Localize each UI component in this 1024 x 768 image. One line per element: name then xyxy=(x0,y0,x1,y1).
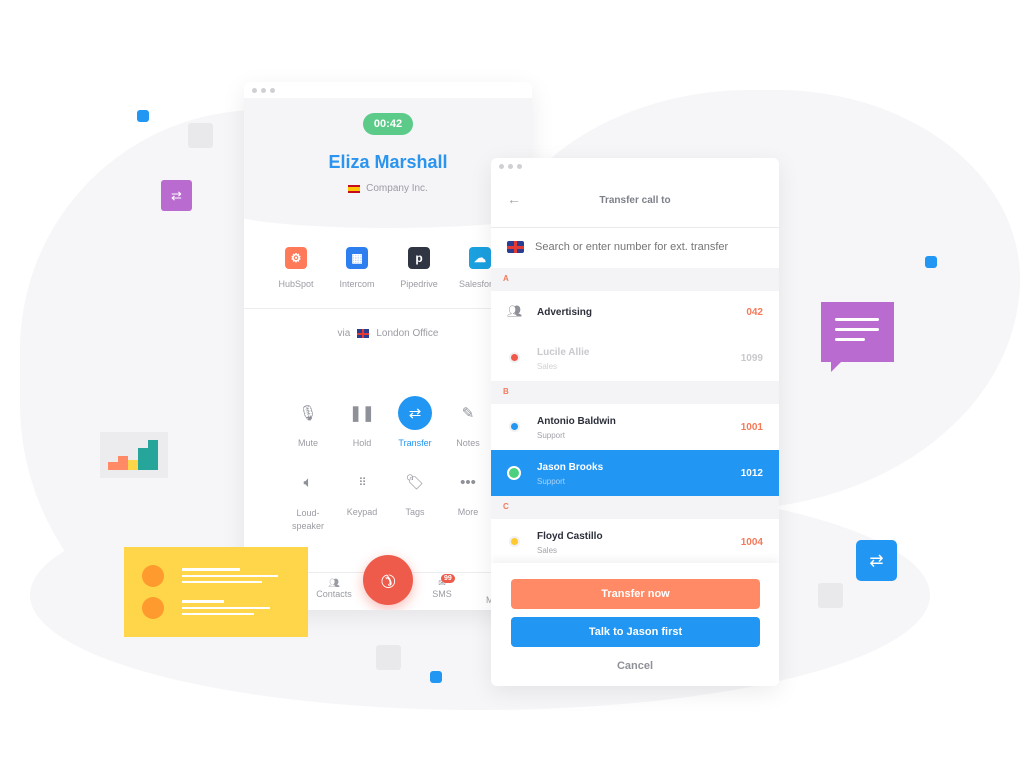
pipedrive-icon[interactable]: p xyxy=(408,247,430,269)
spain-flag-icon xyxy=(348,184,361,193)
uk-flag-icon xyxy=(357,329,370,338)
panel-title: Transfer call to xyxy=(599,195,671,206)
via-line: via London Office xyxy=(337,328,439,339)
uk-flag-icon[interactable] xyxy=(507,241,524,253)
contacts-nav-item[interactable]: 👥︎ Contacts xyxy=(304,578,364,599)
speaker-icon[interactable]: 🔈︎ xyxy=(291,465,325,499)
integration-label: Pipedrive xyxy=(400,279,438,289)
window-dots xyxy=(499,164,522,169)
action-label: Loud-speaker xyxy=(291,508,325,531)
group-icon: 👥︎ xyxy=(507,304,523,318)
list-item-selected[interactable]: Jason Brooks Support 1012 xyxy=(491,450,779,496)
decor-square xyxy=(925,256,937,268)
status-dot xyxy=(509,421,520,432)
section-header: C xyxy=(491,496,779,519)
action-label: Notes xyxy=(456,438,480,448)
status-dot xyxy=(509,536,520,547)
mic-off-icon[interactable]: 🎙︎ xyxy=(291,396,325,430)
cancel-button[interactable]: Cancel xyxy=(491,660,779,672)
transfer-icon[interactable]: ⇄ xyxy=(398,396,432,430)
hubspot-icon[interactable]: ⚙ xyxy=(285,247,307,269)
contact-card-illustration xyxy=(124,547,308,637)
contacts-icon: 👥︎ xyxy=(328,578,340,588)
salesforce-icon[interactable]: ☁ xyxy=(469,247,491,269)
bar-chart-illustration xyxy=(100,432,168,478)
section-header: A xyxy=(491,268,779,291)
transfer-icon: ⇄ xyxy=(856,540,897,581)
pencil-icon[interactable]: ✎ xyxy=(451,396,485,430)
intercom-icon[interactable]: ▦ xyxy=(346,247,368,269)
more-icon[interactable]: ••• xyxy=(451,465,485,499)
decor-square xyxy=(376,645,401,670)
status-dot xyxy=(509,352,520,363)
decor-square xyxy=(818,583,843,608)
integration-label: HubSpot xyxy=(278,279,314,289)
transfer-icon: ⇄ xyxy=(161,180,192,211)
integration-label: Intercom xyxy=(339,279,375,289)
action-label: Hold xyxy=(352,438,372,448)
keypad-icon[interactable]: ⠿ xyxy=(345,465,379,499)
transfer-now-button[interactable]: Transfer now xyxy=(511,579,760,609)
sms-badge: 99 xyxy=(441,574,455,583)
transfer-panel: ← Transfer call to A 👥︎ Advertising 042 … xyxy=(491,158,779,686)
decor-square xyxy=(430,671,442,683)
decor-square xyxy=(137,110,149,122)
action-label: Tags xyxy=(405,507,425,517)
search-row xyxy=(491,228,779,268)
end-call-button[interactable]: ✆ xyxy=(363,555,413,605)
list-item[interactable]: 👥︎ Advertising 042 xyxy=(491,291,779,337)
action-label: More xyxy=(457,507,479,517)
pause-icon[interactable]: ❚❚ xyxy=(345,396,379,430)
list-item[interactable]: Floyd Castillo Sales 1004 xyxy=(491,519,779,565)
caller-company: Company Inc. xyxy=(244,183,532,194)
talk-first-button[interactable]: Talk to Jason first xyxy=(511,617,760,647)
decor-square xyxy=(188,123,213,148)
call-panel: 00:42 Eliza Marshall Company Inc. ⚙ HubS… xyxy=(244,82,532,610)
divider xyxy=(244,308,532,309)
chat-icon xyxy=(821,302,894,372)
caller-name: Eliza Marshall xyxy=(328,152,448,172)
status-dot xyxy=(507,466,521,480)
window-dots xyxy=(252,88,275,93)
list-item[interactable]: Antonio Baldwin Support 1001 xyxy=(491,404,779,450)
list-item[interactable]: Lucile Allie Sales 1099 xyxy=(491,337,779,383)
tag-icon[interactable]: 🏷︎ xyxy=(398,465,432,499)
action-label: Transfer xyxy=(398,438,432,448)
call-timer: 00:42 xyxy=(363,113,413,135)
action-label: Mute xyxy=(297,438,318,448)
action-label: Keypad xyxy=(346,507,378,517)
section-header: B xyxy=(491,381,779,404)
search-input[interactable] xyxy=(535,237,771,257)
hangup-icon: ✆ xyxy=(375,567,401,593)
